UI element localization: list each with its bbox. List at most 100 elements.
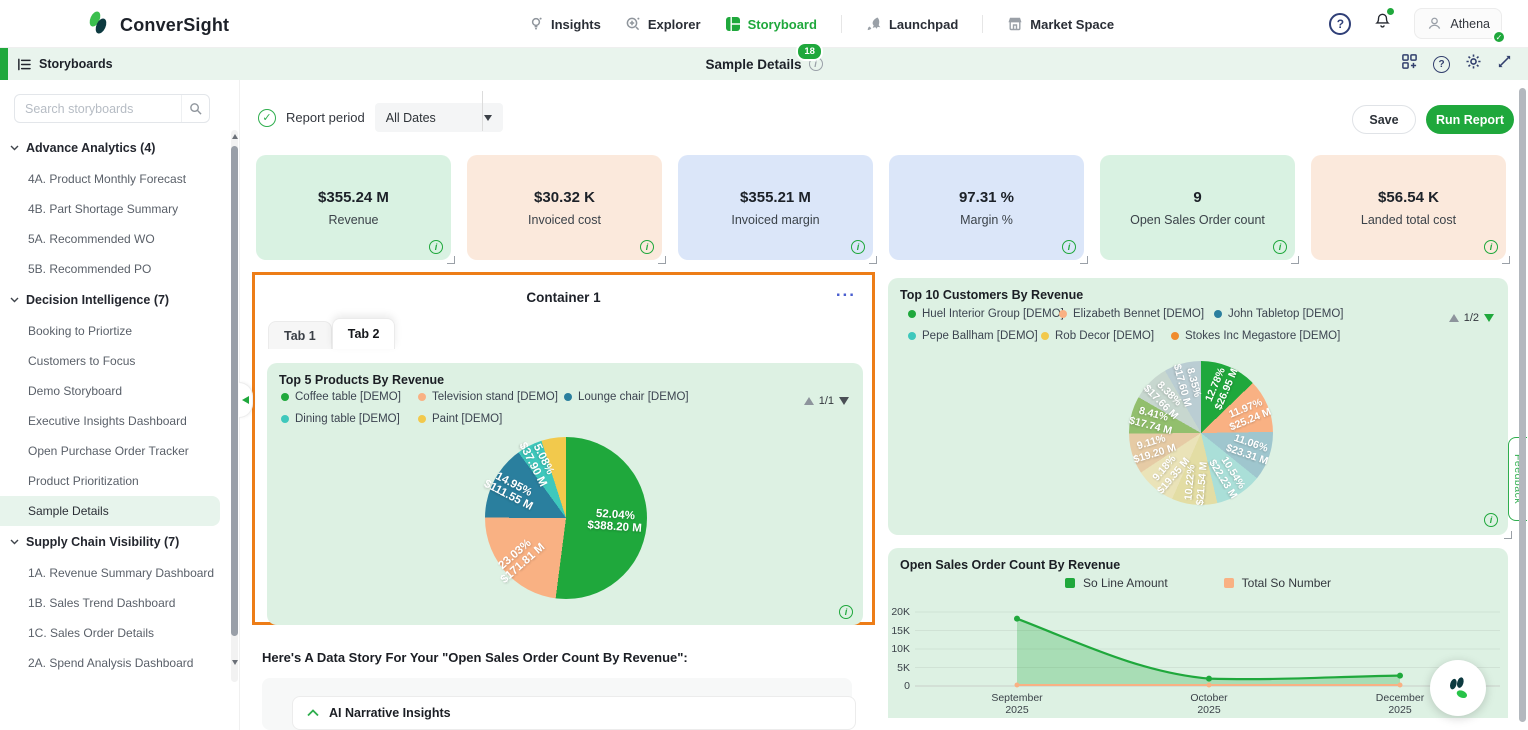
athena-chat-button[interactable]: [1430, 660, 1486, 716]
info-icon[interactable]: i: [1484, 513, 1498, 527]
info-icon[interactable]: i: [1062, 240, 1076, 254]
nav-item-launchpad[interactable]: Launchpad: [866, 16, 958, 32]
sidebar-item-sample-details[interactable]: Sample Details: [0, 496, 220, 526]
kpi-card[interactable]: 9Open Sales Order counti: [1100, 155, 1295, 260]
sidebar-scrollbar-thumb[interactable]: [231, 146, 238, 636]
sidebar-item-booking-to-priortize[interactable]: Booking to Priortize: [0, 316, 230, 346]
settings-gear-icon[interactable]: [1465, 53, 1482, 75]
sidebar-section-label: Decision Intelligence (7): [26, 293, 169, 307]
info-icon[interactable]: i: [429, 240, 443, 254]
legend-label: Television stand [DEMO]: [432, 391, 558, 403]
tab-tab-1[interactable]: Tab 1: [268, 321, 332, 349]
y-axis-tick: 5K: [888, 662, 910, 674]
kpi-card[interactable]: $355.24 MRevenuei: [256, 155, 451, 260]
sidebar-item-4a-product-monthly-forecast[interactable]: 4A. Product Monthly Forecast: [0, 164, 230, 194]
legend-item[interactable]: Paint [DEMO]: [418, 413, 502, 425]
legend-dot-icon: [1059, 310, 1067, 318]
pie-chart[interactable]: [485, 437, 647, 599]
kpi-card[interactable]: $30.32 KInvoiced costi: [467, 155, 662, 260]
subheader-actions: ?: [1401, 48, 1512, 80]
help-circle-icon[interactable]: ?: [1433, 56, 1450, 73]
add-widget-icon[interactable]: [1401, 53, 1418, 75]
legend-item[interactable]: Coffee table [DEMO]: [281, 391, 418, 403]
sidebar-item-executive-insights-dashboard[interactable]: Executive Insights Dashboard: [0, 406, 230, 436]
sidebar-item-open-purchase-order-tracker[interactable]: Open Purchase Order Tracker: [0, 436, 230, 466]
search-input[interactable]: [15, 102, 181, 116]
chevron-down-icon: [10, 145, 19, 151]
sidebar-item-5b-recommended-po[interactable]: 5B. Recommended PO: [0, 254, 230, 284]
legend-item[interactable]: Huel Interior Group [DEMO]: [908, 308, 1059, 320]
pie-chart[interactable]: [1129, 361, 1273, 505]
legend-item[interactable]: Lounge chair [DEMO]: [564, 391, 689, 403]
legend-item[interactable]: Stokes Inc Megastore [DEMO]: [1171, 330, 1340, 342]
sidebar-item-customers-to-focus[interactable]: Customers to Focus: [0, 346, 230, 376]
sidebar-section-header[interactable]: Supply Chain Visibility (7): [0, 526, 230, 558]
legend-item[interactable]: Rob Decor [DEMO]: [1041, 330, 1171, 342]
legend-item[interactable]: Elizabeth Bennet [DEMO]: [1059, 308, 1214, 320]
legend-label: Lounge chair [DEMO]: [578, 391, 689, 403]
user-menu[interactable]: Athena ✓: [1414, 8, 1502, 39]
legend-dot-icon: [1171, 332, 1179, 340]
info-icon[interactable]: i: [839, 605, 853, 619]
page-down-icon[interactable]: [839, 397, 849, 405]
nav-item-insights[interactable]: Insights: [528, 16, 601, 32]
nav-item-storyboard[interactable]: Storyboard18: [725, 16, 817, 32]
report-period-dropdown[interactable]: All Dates: [375, 103, 503, 132]
sidebar-item-4b-part-shortage-summary[interactable]: 4B. Part Shortage Summary: [0, 194, 230, 224]
kpi-card[interactable]: $56.54 KLanded total costi: [1311, 155, 1506, 260]
y-axis-tick: 20K: [888, 606, 910, 618]
legend-dot-icon: [418, 415, 426, 423]
scroll-down-icon[interactable]: [232, 660, 238, 665]
kpi-card[interactable]: $355.21 MInvoiced margini: [678, 155, 873, 260]
nav-item-market-space[interactable]: Market Space: [1007, 16, 1114, 32]
legend-label: John Tabletop [DEMO]: [1228, 308, 1344, 320]
search-icon[interactable]: [181, 95, 209, 122]
run-report-button[interactable]: Run Report: [1426, 105, 1514, 134]
sidebar-item-product-prioritization[interactable]: Product Prioritization: [0, 466, 230, 496]
page-up-icon[interactable]: [804, 397, 814, 405]
sidebar-item-5a-recommended-wo[interactable]: 5A. Recommended WO: [0, 224, 230, 254]
x-axis-label: October2025: [1164, 692, 1254, 716]
legend-item[interactable]: Television stand [DEMO]: [418, 391, 564, 403]
legend-item[interactable]: Dining table [DEMO]: [281, 413, 418, 425]
legend-item-so-line-amount[interactable]: So Line Amount: [1065, 576, 1168, 590]
info-icon[interactable]: i: [1273, 240, 1287, 254]
notifications-button[interactable]: [1373, 11, 1392, 36]
sidebar-item-demo-storyboard[interactable]: Demo Storyboard: [0, 376, 230, 406]
kpi-value: $355.24 M: [318, 189, 389, 206]
scroll-up-icon[interactable]: [232, 134, 238, 139]
kpi-label: Invoiced cost: [528, 213, 601, 227]
container-1[interactable]: Container 1 ... Tab 1Tab 2 Top 5 Product…: [252, 272, 875, 625]
sidebar-item-1c-sales-order-details[interactable]: 1C. Sales Order Details: [0, 618, 230, 648]
page-up-icon[interactable]: [1449, 314, 1459, 322]
kpi-card[interactable]: 97.31 %Margin %i: [889, 155, 1084, 260]
page-down-icon[interactable]: [1484, 314, 1494, 322]
sidebar-section-header[interactable]: Advance Analytics (4): [0, 132, 230, 164]
data-story-heading: Here's A Data Story For Your "Open Sales…: [262, 650, 688, 665]
nav-item-explorer[interactable]: Explorer: [625, 16, 701, 32]
sidebar-item-1a-revenue-summary-dashboard[interactable]: 1A. Revenue Summary Dashboard: [0, 558, 230, 588]
info-icon[interactable]: i: [640, 240, 654, 254]
expand-icon[interactable]: [1497, 54, 1512, 74]
info-icon[interactable]: i: [851, 240, 865, 254]
help-icon[interactable]: ?: [1329, 13, 1351, 35]
tab-tab-2[interactable]: Tab 2: [332, 318, 396, 349]
save-button[interactable]: Save: [1352, 105, 1416, 134]
info-icon[interactable]: i: [1484, 240, 1498, 254]
chevron-up-icon: [307, 709, 319, 717]
area-legend: So Line Amount Total So Number: [888, 576, 1508, 590]
container-menu-button[interactable]: ...: [836, 281, 856, 301]
filter-check-icon[interactable]: ✓: [258, 109, 276, 127]
ai-narrative-insights-title: AI Narrative Insights: [329, 706, 451, 720]
sidebar-item-2a-spend-analysis-dashboard[interactable]: 2A. Spend Analysis Dashboard: [0, 648, 230, 678]
legend-item-total-so-number[interactable]: Total So Number: [1224, 576, 1331, 590]
chevron-down-icon: [484, 115, 492, 121]
ai-narrative-insights-card[interactable]: AI Narrative Insights: [292, 696, 856, 730]
page-scrollbar[interactable]: [1519, 88, 1526, 722]
legend-swatch-icon: [1065, 578, 1075, 588]
brand[interactable]: ConverSight: [86, 9, 229, 42]
legend-item[interactable]: John Tabletop [DEMO]: [1214, 308, 1344, 320]
sidebar-item-1b-sales-trend-dashboard[interactable]: 1B. Sales Trend Dashboard: [0, 588, 230, 618]
sidebar-section-header[interactable]: Decision Intelligence (7): [0, 284, 230, 316]
legend-item[interactable]: Pepe Ballham [DEMO]: [908, 330, 1041, 342]
